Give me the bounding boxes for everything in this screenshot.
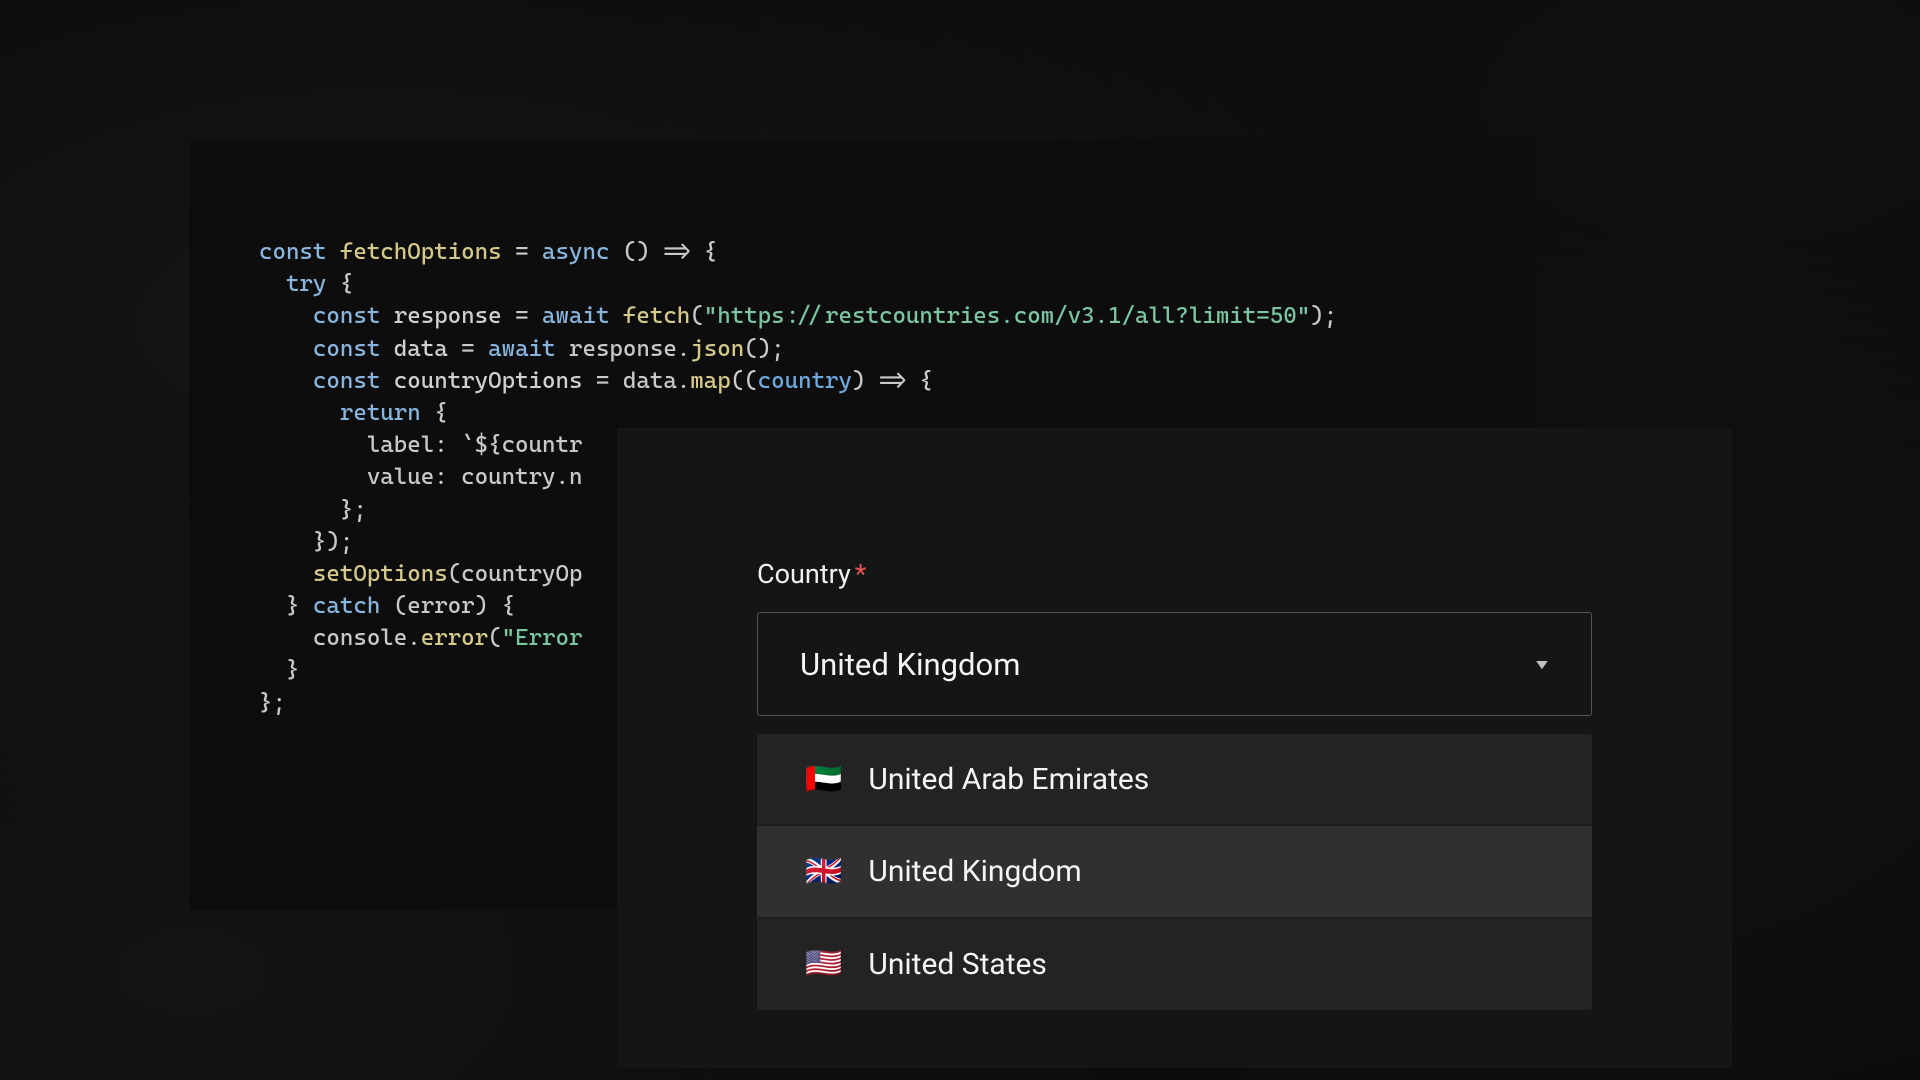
code-line: return { — [259, 397, 1466, 429]
country-select[interactable]: United Kingdom ▼ — [757, 612, 1592, 716]
field-label: Country* — [757, 558, 1592, 590]
flag-icon: 🇬🇧 — [805, 857, 842, 887]
code-line: const fetchOptions = async () => { — [259, 236, 1466, 268]
code-line: const countryOptions = data.map((country… — [259, 365, 1466, 397]
option-united-states[interactable]: 🇺🇸 United States — [757, 918, 1592, 1010]
code-line: const response = await fetch("https://re… — [259, 300, 1466, 332]
required-indicator: * — [855, 558, 867, 590]
chevron-down-icon: ▼ — [1532, 656, 1551, 673]
select-value: United Kingdom — [800, 646, 1020, 683]
dropdown-options-list: 🇦🇪 United Arab Emirates 🇬🇧 United Kingdo… — [757, 734, 1592, 1010]
option-label: United States — [868, 947, 1047, 982]
option-label: United Kingdom — [868, 854, 1081, 889]
form-panel: Country* United Kingdom ▼ 🇦🇪 United Arab… — [617, 428, 1732, 1068]
option-label: United Arab Emirates — [868, 762, 1149, 797]
code-line: try { — [259, 268, 1466, 300]
option-united-kingdom[interactable]: 🇬🇧 United Kingdom — [757, 826, 1592, 918]
option-united-arab-emirates[interactable]: 🇦🇪 United Arab Emirates — [757, 734, 1592, 826]
flag-icon: 🇦🇪 — [805, 765, 842, 795]
code-line: const data = await response.json(); — [259, 333, 1466, 365]
flag-icon: 🇺🇸 — [805, 949, 842, 979]
